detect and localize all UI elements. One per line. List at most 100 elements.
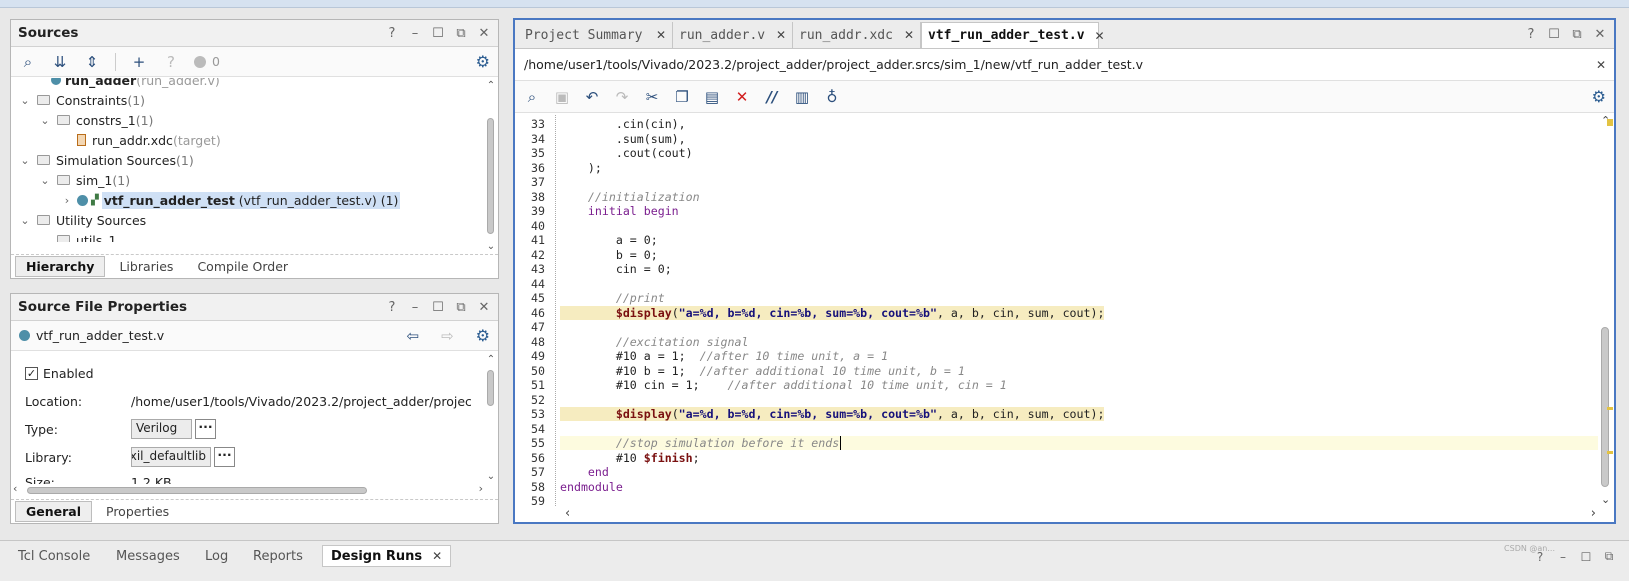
chevron-down-icon[interactable]: ⌄ <box>19 94 31 107</box>
tab-messages[interactable]: Messages <box>108 545 188 567</box>
tree-item-run-addr-xdc[interactable]: run_addr.xdc (target) <box>77 130 221 150</box>
library-field[interactable]: xil_defaultlib <box>131 447 211 467</box>
tab-design-runs[interactable]: Design Runs ✕ <box>322 545 452 567</box>
enabled-checkbox[interactable]: ✓ <box>25 367 38 380</box>
code-line[interactable]: #10 cin = 1; //after additional 10 time … <box>560 378 1007 392</box>
maximize-icon[interactable]: ☐ <box>432 26 444 41</box>
delete-icon[interactable]: ✕ <box>733 88 751 106</box>
tab-vtf-run-adder-test-v[interactable]: vtf_run_adder_test.v ✕ <box>921 22 1105 48</box>
minimize-icon[interactable]: – <box>409 300 421 315</box>
code-line[interactable]: a = 0; <box>560 233 658 247</box>
float-icon[interactable]: ⧉ <box>1603 549 1615 564</box>
code-line[interactable]: end <box>560 465 609 479</box>
sources-scrollbar[interactable]: ⌃ ⌄ <box>486 80 496 252</box>
close-tab-icon[interactable]: ✕ <box>1095 29 1105 43</box>
scroll-left-icon[interactable]: ‹ <box>13 482 17 495</box>
scroll-right-icon[interactable]: › <box>479 482 483 495</box>
scroll-down-icon[interactable]: ⌄ <box>1601 493 1610 506</box>
tab-log[interactable]: Log <box>197 545 236 567</box>
float-icon[interactable]: ⧉ <box>455 300 467 315</box>
paste-icon[interactable]: ▤ <box>703 88 721 106</box>
chevron-down-icon[interactable]: ⌄ <box>19 154 31 167</box>
search-icon[interactable]: ⌕ <box>523 88 541 106</box>
maximize-icon[interactable]: ☐ <box>1580 550 1592 564</box>
save-icon[interactable]: ▣ <box>553 88 571 106</box>
code-line[interactable]: .cin(cin), <box>560 117 686 131</box>
code-line[interactable]: #10 $finish; <box>560 451 700 465</box>
chevron-right-icon[interactable]: › <box>61 194 73 207</box>
gear-icon[interactable]: ⚙ <box>476 326 490 345</box>
code-line[interactable]: .cout(cout) <box>560 146 693 160</box>
chevron-down-icon[interactable]: ⌄ <box>39 114 51 127</box>
scroll-left-icon[interactable]: ‹ <box>565 506 570 521</box>
copy-icon[interactable]: ❐ <box>673 88 691 106</box>
tab-hierarchy[interactable]: Hierarchy <box>15 256 106 277</box>
comment-toggle-icon[interactable]: // <box>763 88 781 106</box>
tree-item-constrs-1[interactable]: ⌄ constrs_1 (1) <box>39 110 153 130</box>
float-icon[interactable]: ⧉ <box>455 26 467 41</box>
chevron-down-icon[interactable]: ⌄ <box>19 214 31 227</box>
minimize-icon[interactable]: – <box>409 26 421 41</box>
library-browse-button[interactable]: ··· <box>214 447 235 467</box>
scroll-up-icon[interactable]: ⌃ <box>486 80 496 91</box>
type-field[interactable]: Verilog <box>131 419 192 439</box>
add-sources-icon[interactable]: + <box>130 53 148 71</box>
code-line[interactable]: ); <box>560 161 602 175</box>
minimize-icon[interactable]: – <box>1557 550 1569 564</box>
tab-run-adder-v[interactable]: run_adder.v ✕ <box>673 22 793 48</box>
scroll-right-icon[interactable]: › <box>1591 506 1596 521</box>
code-line[interactable]: //initialization <box>560 190 700 204</box>
close-tab-icon[interactable]: ✕ <box>432 549 442 563</box>
code-line[interactable]: .sum(sum), <box>560 132 686 146</box>
close-icon[interactable]: ✕ <box>1594 27 1606 42</box>
help-icon[interactable]: ? <box>386 26 398 41</box>
editor-hscrollbar[interactable]: ‹ › <box>565 506 1596 522</box>
properties-hscrollbar[interactable]: ‹ › <box>13 482 483 496</box>
tree-item-constraints[interactable]: ⌄ Constraints (1) <box>19 90 145 110</box>
tree-item-vtf-run-adder-test[interactable]: › ▞ vtf_run_adder_test (vtf_run_adder_te… <box>61 190 401 210</box>
help-icon[interactable]: ? <box>1525 27 1537 42</box>
tree-item-simulation-sources[interactable]: ⌄ Simulation Sources (1) <box>19 150 193 170</box>
code-line[interactable]: initial begin <box>560 204 679 218</box>
tree-item-sim-1[interactable]: ⌄ sim_1 (1) <box>39 170 130 190</box>
back-arrow-icon[interactable]: ⇦ <box>407 327 420 345</box>
tab-general[interactable]: General <box>15 501 92 522</box>
tab-libraries[interactable]: Libraries <box>109 257 183 276</box>
scroll-thumb[interactable] <box>487 370 494 406</box>
code-line[interactable]: endmodule <box>560 480 623 494</box>
properties-vscrollbar[interactable]: ⌃ ⌄ <box>486 354 496 482</box>
code-line[interactable]: #10 a = 1; //after 10 time unit, a = 1 <box>560 349 888 363</box>
scroll-down-icon[interactable]: ⌄ <box>486 471 496 482</box>
collapse-all-icon[interactable]: ⇊ <box>51 53 69 71</box>
tab-compile-order[interactable]: Compile Order <box>187 257 298 276</box>
type-browse-button[interactable]: ··· <box>195 419 216 439</box>
chevron-down-icon[interactable]: ⌄ <box>39 174 51 187</box>
close-icon[interactable]: ✕ <box>478 26 490 41</box>
hscroll-thumb[interactable] <box>27 487 367 494</box>
undo-icon[interactable]: ↶ <box>583 88 601 106</box>
lightbulb-icon[interactable]: ♁ <box>823 88 841 106</box>
tab-project-summary[interactable]: Project Summary ✕ <box>519 22 673 48</box>
tab-tcl-console[interactable]: Tcl Console <box>10 545 98 567</box>
redo-icon[interactable]: ↷ <box>613 88 631 106</box>
tree-item-run-adder[interactable]: run_adder (run_adder.v) <box>51 78 220 90</box>
close-tab-icon[interactable]: ✕ <box>904 28 914 42</box>
gear-icon[interactable]: ⚙ <box>476 52 490 71</box>
code-line[interactable]: #10 b = 1; //after additional 10 time un… <box>560 364 965 378</box>
tree-item-utility-sources[interactable]: ⌄ Utility Sources <box>19 210 146 230</box>
close-path-icon[interactable]: ✕ <box>1596 58 1614 72</box>
tab-reports[interactable]: Reports <box>245 545 311 567</box>
unknown-file-icon[interactable]: ? <box>162 53 180 71</box>
gear-icon[interactable]: ⚙ <box>1592 87 1606 106</box>
maximize-icon[interactable]: ☐ <box>432 300 444 315</box>
scroll-thumb[interactable] <box>487 118 494 234</box>
code-line[interactable]: //print <box>560 291 665 305</box>
float-icon[interactable]: ⧉ <box>1571 27 1583 42</box>
maximize-icon[interactable]: ☐ <box>1548 27 1560 42</box>
scroll-down-icon[interactable]: ⌄ <box>486 241 496 252</box>
code-line[interactable]: //excitation signal <box>560 335 749 349</box>
close-tab-icon[interactable]: ✕ <box>776 28 786 42</box>
cut-icon[interactable]: ✂ <box>643 88 661 106</box>
tab-properties[interactable]: Properties <box>96 502 179 521</box>
code-line[interactable]: //stop simulation before it ends <box>560 436 1598 450</box>
